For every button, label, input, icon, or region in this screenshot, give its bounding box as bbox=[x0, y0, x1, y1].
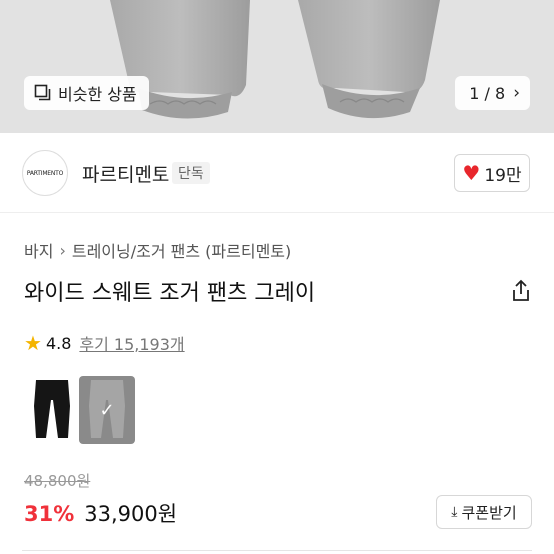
like-count: 19만 bbox=[484, 165, 522, 186]
heart-icon: ♥ bbox=[462, 161, 481, 185]
breadcrumb-item[interactable]: 바지 bbox=[24, 238, 53, 262]
breadcrumb: 바지 › 트레이닝/조거 팬츠 (파르티멘토) bbox=[24, 238, 291, 262]
discount-rate: 31% bbox=[24, 502, 75, 526]
price-row: 31% 33,900원 bbox=[24, 498, 177, 528]
product-image[interactable]: 비슷한 상품 1 / 8 › bbox=[0, 0, 554, 133]
breadcrumb-item[interactable]: 트레이닝/조거 팬츠 (파르티멘토) bbox=[72, 238, 291, 262]
exclusive-badge: 단독 bbox=[172, 162, 210, 184]
similar-items-icon bbox=[34, 84, 52, 102]
reviews-link[interactable]: 후기 15,193개 bbox=[79, 331, 184, 355]
similar-items-label: 비슷한 상품 bbox=[58, 85, 137, 104]
rating-row: ★ 4.8 후기 15,193개 bbox=[24, 331, 185, 355]
variant-black-thumbnail[interactable] bbox=[24, 376, 80, 444]
share-icon[interactable] bbox=[508, 278, 534, 304]
sale-price: 33,900원 bbox=[84, 502, 178, 526]
image-page-indicator[interactable]: 1 / 8 › bbox=[455, 76, 530, 110]
similar-items-button[interactable]: 비슷한 상품 bbox=[24, 76, 149, 110]
star-icon: ★ bbox=[24, 331, 42, 355]
download-icon: ⤓ bbox=[451, 504, 458, 520]
coupon-label: 쿠폰받기 bbox=[461, 503, 517, 522]
chevron-right-icon: › bbox=[513, 83, 520, 103]
original-price: 48,800원 bbox=[24, 472, 91, 490]
check-icon: ✓ bbox=[99, 399, 115, 421]
seller-logo[interactable]: PARTIMENTO bbox=[22, 150, 68, 196]
product-title: 와이드 스웨트 조거 팬츠 그레이 bbox=[24, 281, 316, 306]
chevron-right-icon: › bbox=[59, 240, 66, 260]
like-button[interactable]: ♥ 19만 bbox=[454, 154, 530, 192]
divider bbox=[22, 550, 532, 554]
variant-gray-thumbnail[interactable]: ✓ bbox=[79, 376, 135, 444]
rating-value: 4.8 bbox=[45, 333, 72, 353]
page-indicator-text: 1 / 8 bbox=[469, 83, 506, 103]
coupon-button[interactable]: ⤓ 쿠폰받기 bbox=[436, 495, 532, 529]
pants-image bbox=[110, 0, 440, 119]
seller-name[interactable]: 파르티멘토 bbox=[82, 160, 169, 187]
